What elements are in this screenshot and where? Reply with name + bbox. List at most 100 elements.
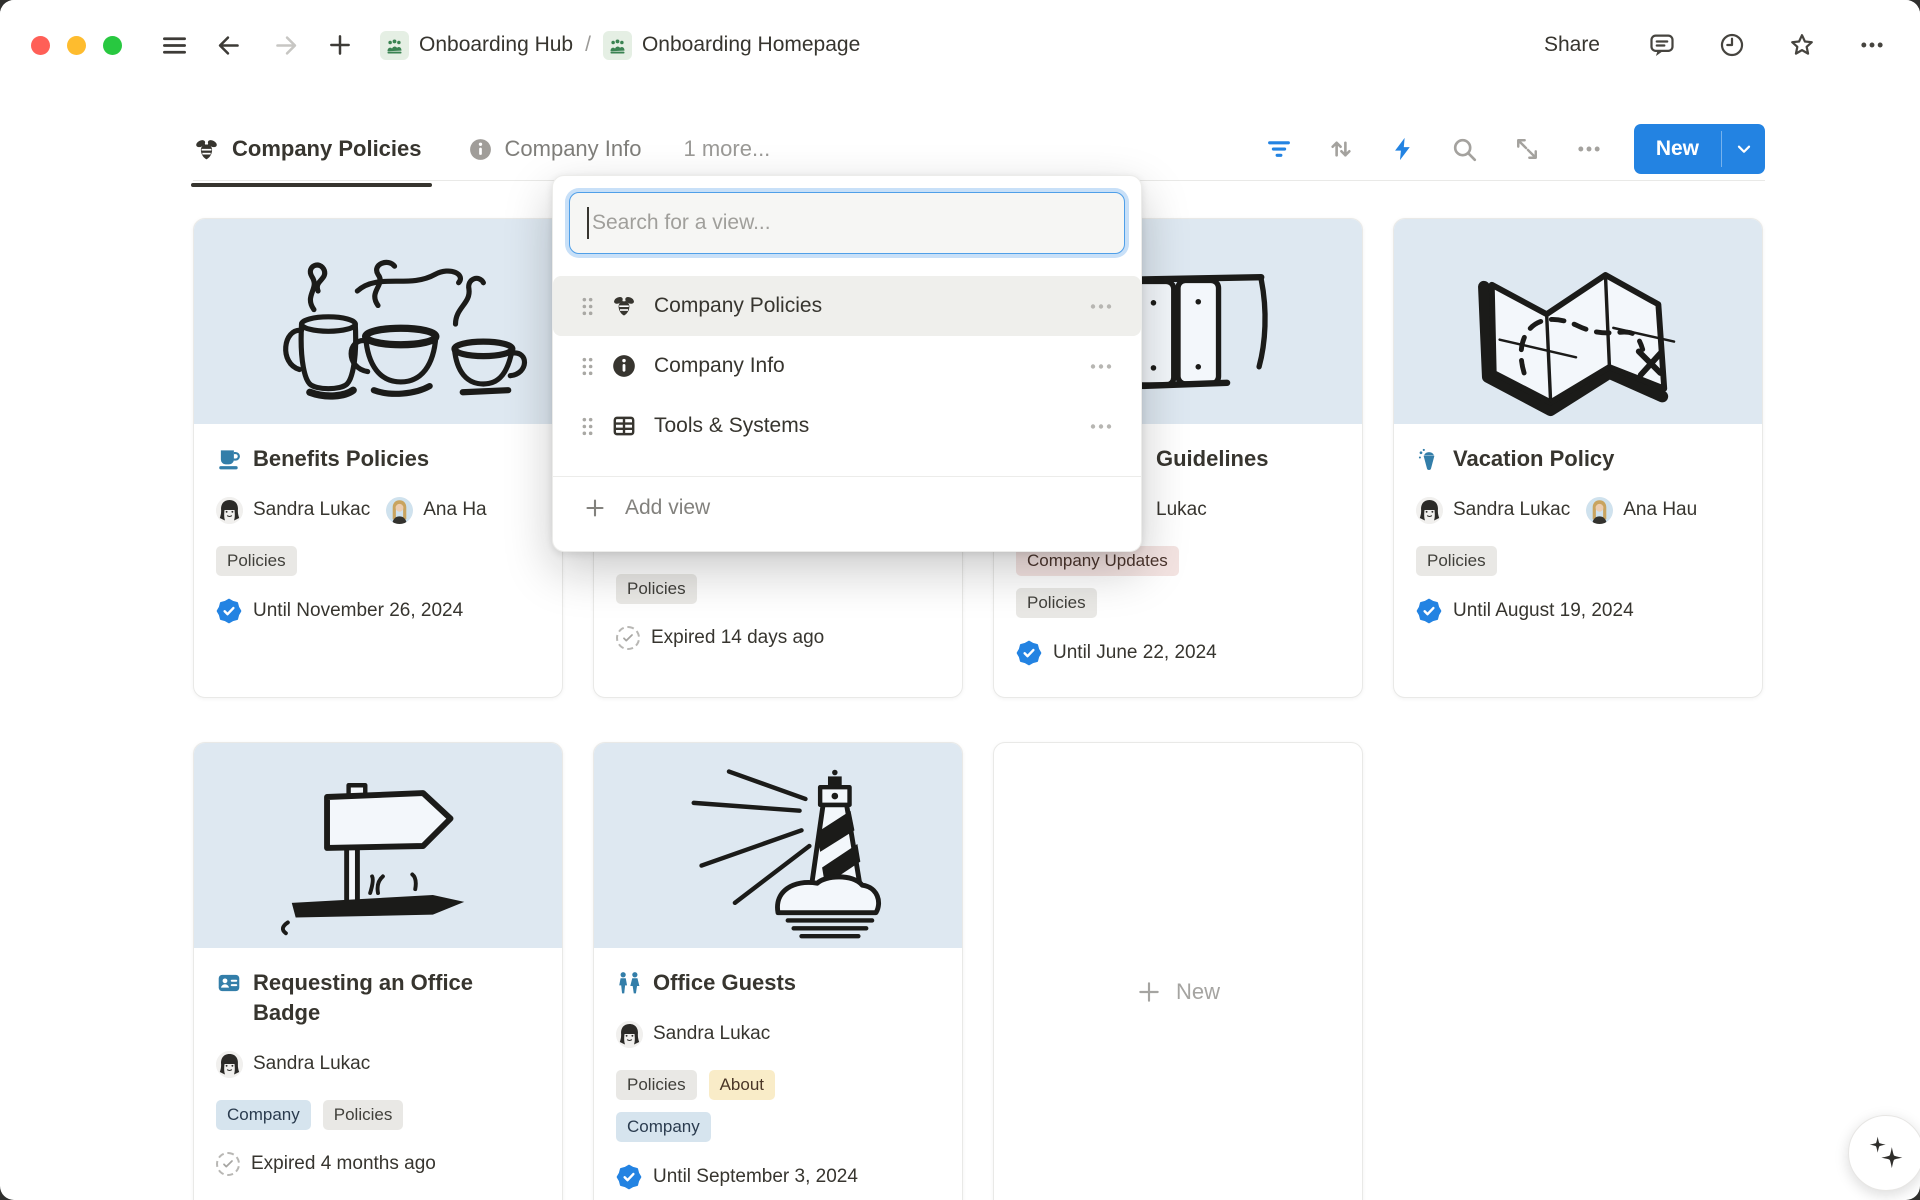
card-status: Until June 22, 2024 [1016, 640, 1340, 666]
add-view-button[interactable]: Add view [553, 477, 1141, 539]
more-options-icon[interactable] [1854, 27, 1890, 63]
minimize-window-button[interactable] [67, 36, 86, 55]
share-button[interactable]: Share [1534, 29, 1610, 61]
card-people: Sandra Lukac Ana Ha [216, 496, 562, 524]
card-body: Requesting an Office Badge Sandra Lukac … [194, 948, 562, 1196]
breadcrumb-onboarding-hub[interactable]: Onboarding Hub [374, 28, 579, 63]
sidebar-menu-icon[interactable] [156, 27, 192, 63]
id-badge-icon [216, 970, 242, 996]
back-icon[interactable] [210, 27, 246, 63]
search-view-input[interactable] [569, 192, 1125, 254]
person-name: Sandra Lukac [1453, 499, 1570, 521]
avatar [216, 497, 243, 524]
chevron-down-icon[interactable] [1722, 124, 1765, 174]
team-meeting-icon [603, 31, 632, 60]
bee-icon [611, 293, 637, 319]
verified-badge-icon [1016, 640, 1042, 666]
lighthouse-illustration [594, 743, 962, 948]
card-tags: Company Policies [216, 1100, 540, 1130]
more-views-button[interactable]: 1 more... [683, 136, 770, 162]
tab-company-info[interactable]: Company Info [468, 136, 642, 162]
status-text: Until August 19, 2024 [1453, 600, 1634, 622]
breadcrumb-current-label: Onboarding Homepage [642, 33, 860, 57]
person-name: Ana Ha [423, 499, 486, 521]
gallery-card-benefits-policies[interactable]: Benefits Policies Sandra Lukac Ana Ha Po… [193, 218, 563, 698]
verified-badge-icon [216, 598, 242, 624]
status-text: Until September 3, 2024 [653, 1166, 858, 1188]
ai-sparkle-button[interactable] [1848, 1115, 1920, 1191]
status-text: Until June 22, 2024 [1053, 642, 1217, 664]
signpost-illustration [194, 743, 562, 948]
tag: Policies [616, 574, 697, 604]
view-item-label: Company Info [654, 354, 1072, 378]
zoom-window-button[interactable] [103, 36, 122, 55]
text-caret [587, 207, 589, 239]
gallery-card-office-badge[interactable]: Requesting an Office Badge Sandra Lukac … [193, 742, 563, 1200]
titlebar: Onboarding Hub / Onboarding Homepage Sha… [0, 0, 1920, 90]
avatar [1416, 497, 1443, 524]
comments-icon[interactable] [1644, 27, 1680, 63]
drag-handle-icon[interactable] [581, 356, 594, 377]
automation-bolt-icon[interactable] [1386, 132, 1420, 166]
new-page-icon[interactable] [322, 27, 358, 63]
view-more-options-icon[interactable] [1572, 132, 1606, 166]
plus-icon [583, 496, 607, 520]
sort-icon[interactable] [1324, 132, 1358, 166]
filter-icon[interactable] [1262, 132, 1296, 166]
close-window-button[interactable] [31, 36, 50, 55]
expired-check-icon [616, 626, 640, 650]
shaved-ice-icon [1416, 446, 1442, 472]
tab-label: Company Policies [232, 136, 422, 162]
search-icon[interactable] [1448, 132, 1482, 166]
tag: Policies [1016, 588, 1097, 618]
tab-company-policies[interactable]: Company Policies [193, 136, 422, 163]
forward-icon[interactable] [268, 27, 304, 63]
traffic-lights [31, 36, 122, 55]
favorite-star-icon[interactable] [1784, 27, 1820, 63]
breadcrumb: Onboarding Hub / Onboarding Homepage [374, 28, 866, 63]
person-name: Lukac [1156, 499, 1207, 521]
verified-badge-icon [616, 1164, 642, 1190]
card-people: Sandra Lukac [616, 1020, 962, 1048]
drag-handle-icon[interactable] [581, 416, 594, 437]
tag: Company [616, 1112, 711, 1142]
new-gallery-card-button[interactable]: New [993, 742, 1363, 1200]
card-body: Vacation Policy Sandra Lukac Ana Hau Pol… [1394, 424, 1762, 644]
verified-badge-icon [1416, 598, 1442, 624]
gallery-card-office-guests[interactable]: Office Guests Sandra Lukac Policies Abou… [593, 742, 963, 1200]
view-item-company-policies[interactable]: Company Policies [553, 276, 1141, 336]
card-tags: Company Updates Policies [1016, 546, 1340, 618]
view-item-label: Tools & Systems [654, 414, 1072, 438]
view-item-more-icon[interactable] [1089, 422, 1113, 431]
avatar [616, 1021, 643, 1048]
team-meeting-icon [380, 31, 409, 60]
info-icon [611, 353, 637, 379]
view-item-more-icon[interactable] [1089, 302, 1113, 311]
view-item-company-info[interactable]: Company Info [553, 336, 1141, 396]
person-name: Sandra Lukac [253, 499, 370, 521]
card-people: Sandra Lukac [216, 1050, 562, 1078]
new-button[interactable]: New [1634, 124, 1765, 174]
card-people: Sandra Lukac Ana Hau [1416, 496, 1762, 524]
view-item-tools-systems[interactable]: Tools & Systems [553, 396, 1141, 456]
view-switcher-menu: Company Policies Company Info [552, 175, 1142, 552]
breadcrumb-onboarding-homepage[interactable]: Onboarding Homepage [597, 28, 866, 63]
card-title: Requesting an Office Badge [216, 968, 540, 1028]
expand-diagonal-icon[interactable] [1510, 132, 1544, 166]
drag-handle-icon[interactable] [581, 296, 594, 317]
card-tags: Policies [616, 574, 940, 604]
plus-icon [1136, 979, 1162, 1005]
tag: Policies [1416, 546, 1497, 576]
person-name: Sandra Lukac [253, 1053, 370, 1075]
avatar [386, 497, 413, 524]
expired-check-icon [216, 1152, 240, 1176]
card-status: Until September 3, 2024 [616, 1164, 940, 1190]
card-status: Until August 19, 2024 [1416, 598, 1740, 624]
card-status: Until November 26, 2024 [216, 598, 540, 624]
card-title: Benefits Policies [216, 444, 540, 474]
card-tags: Policies [1416, 546, 1740, 576]
view-item-more-icon[interactable] [1089, 362, 1113, 371]
history-clock-icon[interactable] [1714, 27, 1750, 63]
gallery-card-vacation-policy[interactable]: Vacation Policy Sandra Lukac Ana Hau Pol… [1393, 218, 1763, 698]
tab-label: Company Info [505, 136, 642, 162]
